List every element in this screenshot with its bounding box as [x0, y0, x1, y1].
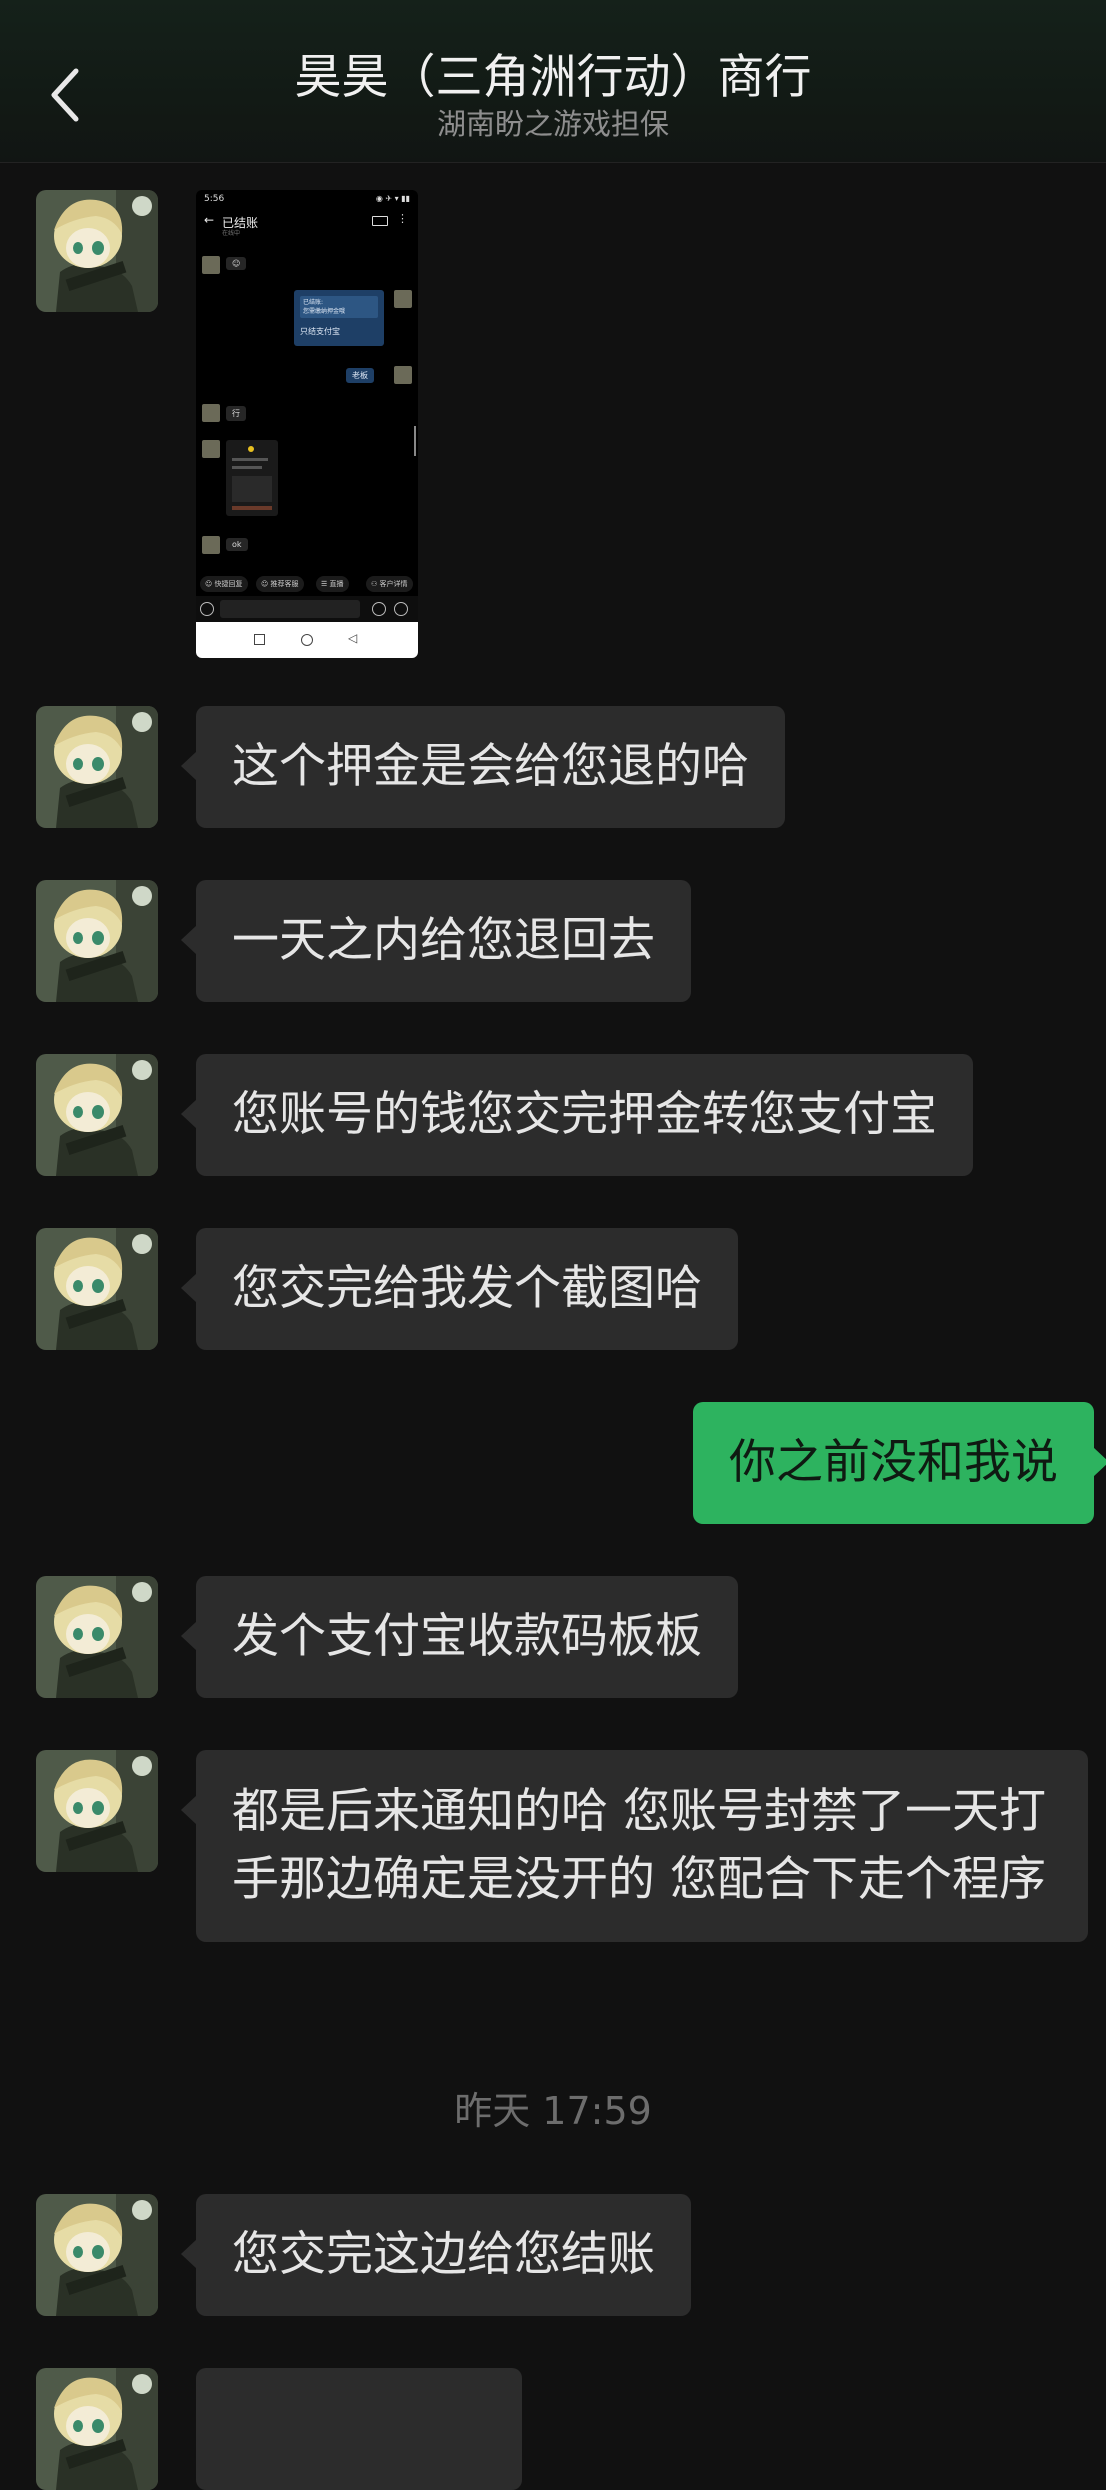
mini-quote-line1: 已结账: — [303, 299, 324, 306]
anime-avatar-icon — [36, 880, 158, 1002]
mini-more-icon: ⋮ — [397, 212, 408, 225]
mini-status-time: 5:56 — [204, 194, 225, 204]
mini-input-bar — [196, 596, 418, 622]
message-bubble[interactable]: 一天之内给您退回去 — [181, 880, 691, 1002]
avatar[interactable] — [36, 2368, 158, 2490]
mini-boss-label: 老板 — [346, 368, 374, 383]
message-bubble[interactable]: 您交完这边给您结账 — [181, 2194, 691, 2316]
message-bubble[interactable]: 都是后来通知的哈 您账号封禁了一天打手那边确定是没开的 您配合下走个程序 — [181, 1750, 1088, 1942]
message-bubble[interactable]: 您账号的钱您交完押金转您支付宝 — [181, 1054, 973, 1176]
mini-avatar — [202, 404, 220, 422]
mini-avatar — [202, 440, 220, 458]
mini-quote-bubble: 已结账: 您需缴纳押金哦 只结支付宝 — [294, 290, 384, 346]
mini-avatar — [394, 366, 412, 384]
mini-quote-reply: 只结支付宝 — [300, 327, 340, 336]
mini-back-icon: ← — [204, 213, 215, 227]
message-text: 都是后来通知的哈 您账号封禁了一天打手那边确定是没开的 您配合下走个程序 — [232, 1784, 1046, 1907]
mini-reply-ok1: 行 — [226, 406, 246, 421]
message-text: 一天之内给您退回去 — [232, 913, 655, 968]
anime-avatar-icon — [36, 2194, 158, 2316]
avatar[interactable] — [36, 1576, 158, 1698]
avatar[interactable] — [36, 2194, 158, 2316]
message-bubble-partial[interactable] — [196, 2368, 522, 2490]
screenshot-image-message[interactable]: 5:56 ◉ ✈ ▾ ▮▮ ← 已结账 在线中 ⋮ ☺ 已结账: 您需缴纳押金哦… — [196, 190, 418, 658]
mini-quick-reply: ☺ 快捷回复 — [200, 576, 248, 592]
avatar[interactable] — [36, 190, 158, 312]
mini-reply-ok2: ok — [226, 538, 248, 551]
message-bubble[interactable]: 这个押金是会给您退的哈 — [181, 706, 785, 828]
message-text: 您交完给我发个截图哈 — [232, 1261, 702, 1316]
anime-avatar-icon — [36, 1576, 158, 1698]
mini-scrollbar — [414, 426, 416, 456]
message-text: 您交完这边给您结账 — [232, 2227, 655, 2282]
message-text: 您账号的钱您交完押金转您支付宝 — [232, 1087, 937, 1142]
mini-nav-bar: ◁ — [196, 622, 418, 658]
mini-avatar — [394, 290, 412, 308]
mini-recommend: ☺ 推荐客服 — [256, 576, 304, 592]
anime-avatar-icon — [36, 1750, 158, 1872]
avatar[interactable] — [36, 1054, 158, 1176]
message-bubble[interactable]: 发个支付宝收款码板板 — [181, 1576, 738, 1698]
avatar[interactable] — [36, 706, 158, 828]
time-divider: 昨天 17:59 — [454, 2089, 652, 2133]
chat-subtitle: 湖南盼之游戏担保 — [436, 107, 669, 141]
avatar[interactable] — [36, 1750, 158, 1872]
avatar[interactable] — [36, 1228, 158, 1350]
message-text: 发个支付宝收款码板板 — [232, 1609, 702, 1664]
mini-customer-detail: ⚇ 客户详情 — [366, 576, 413, 592]
anime-avatar-icon — [36, 2368, 158, 2490]
mini-video-icon — [372, 216, 388, 226]
message-text: 这个押金是会给您退的哈 — [232, 739, 749, 794]
anime-avatar-icon — [36, 190, 158, 312]
avatar[interactable] — [36, 880, 158, 1002]
mini-image-thumbnail — [226, 440, 278, 516]
anime-avatar-icon — [36, 1054, 158, 1176]
anime-avatar-icon — [36, 706, 158, 828]
anime-avatar-icon — [36, 1228, 158, 1350]
message-text: 你之前没和我说 — [729, 1435, 1058, 1490]
my-message-bubble[interactable]: 你之前没和我说 — [693, 1402, 1106, 1524]
mini-avatar — [202, 256, 220, 274]
mini-status-icons: ◉ ✈ ▾ ▮▮ — [375, 194, 410, 203]
chat-title[interactable]: 昊昊（三角洲行动）商行 — [0, 48, 1106, 108]
mini-live: ☰ 直播 — [316, 576, 349, 592]
message-bubble[interactable]: 您交完给我发个截图哈 — [181, 1228, 738, 1350]
mini-avatar — [202, 536, 220, 554]
mini-chat-subtitle: 在线中 — [222, 230, 241, 237]
chat-header: 昊昊（三角洲行动）商行 湖南盼之游戏担保 — [0, 0, 1106, 163]
mini-quote-line2: 您需缴纳押金哦 — [303, 308, 346, 315]
mini-emoji: ☺ — [226, 257, 247, 270]
